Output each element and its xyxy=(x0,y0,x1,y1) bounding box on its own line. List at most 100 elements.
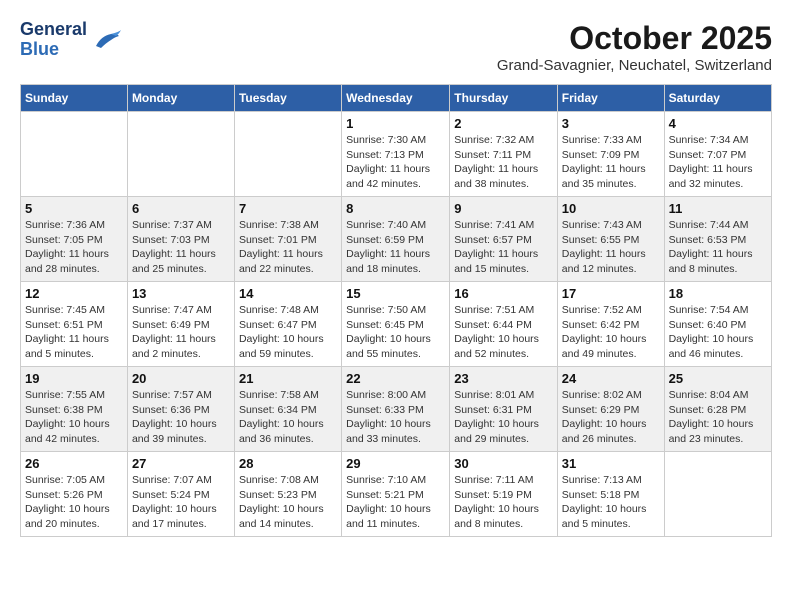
day-info: Sunrise: 7:48 AMSunset: 6:47 PMDaylight:… xyxy=(239,303,337,362)
calendar-cell: 7 Sunrise: 7:38 AMSunset: 7:01 PMDaylight… xyxy=(234,197,341,282)
calendar-cell: 16 Sunrise: 7:51 AMSunset: 6:44 PMDayligh… xyxy=(450,282,558,367)
day-info: Sunrise: 7:51 AMSunset: 6:44 PMDaylight:… xyxy=(454,303,553,362)
days-of-week-row: SundayMondayTuesdayWednesdayThursdayFrid… xyxy=(21,85,772,112)
calendar-cell: 20 Sunrise: 7:57 AMSunset: 6:36 PMDayligh… xyxy=(127,367,234,452)
calendar-cell: 17 Sunrise: 7:52 AMSunset: 6:42 PMDayligh… xyxy=(557,282,664,367)
day-info: Sunrise: 8:01 AMSunset: 6:31 PMDaylight:… xyxy=(454,388,553,447)
day-number: 14 xyxy=(239,286,337,301)
calendar-cell: 25Sunrise: 8:04 AMSunset: 6:28 PMDayligh… xyxy=(664,367,771,452)
logo-general: General xyxy=(20,20,87,40)
day-info: Sunrise: 7:47 AMSunset: 6:49 PMDaylight:… xyxy=(132,303,230,362)
calendar-cell: 24 Sunrise: 8:02 AMSunset: 6:29 PMDayligh… xyxy=(557,367,664,452)
day-info: Sunrise: 7:05 AMSunset: 5:26 PMDaylight:… xyxy=(25,473,123,532)
day-number: 17 xyxy=(562,286,660,301)
calendar-week-4: 19 Sunrise: 7:55 AMSunset: 6:38 PMDayligh… xyxy=(21,367,772,452)
calendar-cell: 23 Sunrise: 8:01 AMSunset: 6:31 PMDayligh… xyxy=(450,367,558,452)
day-number: 8 xyxy=(346,201,445,216)
day-info: Sunrise: 7:45 AMSunset: 6:51 PMDaylight:… xyxy=(25,303,123,362)
calendar-cell xyxy=(234,112,341,197)
day-info: Sunrise: 7:30 AMSunset: 7:13 PMDaylight:… xyxy=(346,133,445,192)
calendar-week-5: 26Sunrise: 7:05 AMSunset: 5:26 PMDayligh… xyxy=(21,452,772,537)
calendar-cell: 9 Sunrise: 7:41 AMSunset: 6:57 PMDaylight… xyxy=(450,197,558,282)
day-number: 15 xyxy=(346,286,445,301)
day-number: 23 xyxy=(454,371,553,386)
month-title: October 2025 xyxy=(497,20,772,57)
day-number: 10 xyxy=(562,201,660,216)
calendar-cell: 19 Sunrise: 7:55 AMSunset: 6:38 PMDayligh… xyxy=(21,367,128,452)
day-header-saturday: Saturday xyxy=(664,85,771,112)
calendar-cell: 2 Sunrise: 7:32 AMSunset: 7:11 PMDaylight… xyxy=(450,112,558,197)
day-number: 7 xyxy=(239,201,337,216)
calendar-header: SundayMondayTuesdayWednesdayThursdayFrid… xyxy=(21,85,772,112)
day-info: Sunrise: 8:04 AMSunset: 6:28 PMDaylight:… xyxy=(669,388,767,447)
calendar-week-2: 5Sunrise: 7:36 AMSunset: 7:05 PMDaylight… xyxy=(21,197,772,282)
day-header-thursday: Thursday xyxy=(450,85,558,112)
day-header-monday: Monday xyxy=(127,85,234,112)
day-info: Sunrise: 8:02 AMSunset: 6:29 PMDaylight:… xyxy=(562,388,660,447)
day-info: Sunrise: 7:34 AMSunset: 7:07 PMDaylight:… xyxy=(669,133,767,192)
day-info: Sunrise: 7:57 AMSunset: 6:36 PMDaylight:… xyxy=(132,388,230,447)
day-info: Sunrise: 7:08 AMSunset: 5:23 PMDaylight:… xyxy=(239,473,337,532)
location-subtitle: Grand-Savagnier, Neuchatel, Switzerland xyxy=(497,57,772,74)
day-number: 22 xyxy=(346,371,445,386)
calendar-cell: 10 Sunrise: 7:43 AMSunset: 6:55 PMDayligh… xyxy=(557,197,664,282)
day-info: Sunrise: 7:50 AMSunset: 6:45 PMDaylight:… xyxy=(346,303,445,362)
calendar-cell: 11Sunrise: 7:44 AMSunset: 6:53 PMDayligh… xyxy=(664,197,771,282)
calendar-cell: 27 Sunrise: 7:07 AMSunset: 5:24 PMDayligh… xyxy=(127,452,234,537)
calendar-cell: 31 Sunrise: 7:13 AMSunset: 5:18 PMDayligh… xyxy=(557,452,664,537)
calendar-week-3: 12 Sunrise: 7:45 AMSunset: 6:51 PMDayligh… xyxy=(21,282,772,367)
day-info: Sunrise: 7:55 AMSunset: 6:38 PMDaylight:… xyxy=(25,388,123,447)
calendar-cell: 29 Sunrise: 7:10 AMSunset: 5:21 PMDayligh… xyxy=(342,452,450,537)
day-info: Sunrise: 7:43 AMSunset: 6:55 PMDaylight:… xyxy=(562,218,660,277)
calendar-cell xyxy=(127,112,234,197)
day-number: 12 xyxy=(25,286,123,301)
day-info: Sunrise: 7:10 AMSunset: 5:21 PMDaylight:… xyxy=(346,473,445,532)
day-info: Sunrise: 8:00 AMSunset: 6:33 PMDaylight:… xyxy=(346,388,445,447)
day-number: 16 xyxy=(454,286,553,301)
day-number: 24 xyxy=(562,371,660,386)
logo-bird-icon xyxy=(91,28,121,52)
calendar-cell: 3 Sunrise: 7:33 AMSunset: 7:09 PMDaylight… xyxy=(557,112,664,197)
day-info: Sunrise: 7:40 AMSunset: 6:59 PMDaylight:… xyxy=(346,218,445,277)
day-number: 27 xyxy=(132,456,230,471)
day-number: 28 xyxy=(239,456,337,471)
day-info: Sunrise: 7:11 AMSunset: 5:19 PMDaylight:… xyxy=(454,473,553,532)
day-number: 2 xyxy=(454,116,553,131)
day-header-wednesday: Wednesday xyxy=(342,85,450,112)
day-info: Sunrise: 7:33 AMSunset: 7:09 PMDaylight:… xyxy=(562,133,660,192)
calendar-cell: 1Sunrise: 7:30 AMSunset: 7:13 PMDaylight… xyxy=(342,112,450,197)
calendar-cell: 5Sunrise: 7:36 AMSunset: 7:05 PMDaylight… xyxy=(21,197,128,282)
day-info: Sunrise: 7:52 AMSunset: 6:42 PMDaylight:… xyxy=(562,303,660,362)
day-number: 9 xyxy=(454,201,553,216)
calendar-body: 1Sunrise: 7:30 AMSunset: 7:13 PMDaylight… xyxy=(21,112,772,537)
day-number: 5 xyxy=(25,201,123,216)
day-info: Sunrise: 7:32 AMSunset: 7:11 PMDaylight:… xyxy=(454,133,553,192)
day-number: 21 xyxy=(239,371,337,386)
logo: General Blue xyxy=(20,20,121,60)
calendar-cell: 8 Sunrise: 7:40 AMSunset: 6:59 PMDaylight… xyxy=(342,197,450,282)
calendar-week-1: 1Sunrise: 7:30 AMSunset: 7:13 PMDaylight… xyxy=(21,112,772,197)
day-number: 20 xyxy=(132,371,230,386)
day-info: Sunrise: 7:54 AMSunset: 6:40 PMDaylight:… xyxy=(669,303,767,362)
day-info: Sunrise: 7:07 AMSunset: 5:24 PMDaylight:… xyxy=(132,473,230,532)
day-info: Sunrise: 7:44 AMSunset: 6:53 PMDaylight:… xyxy=(669,218,767,277)
day-number: 18 xyxy=(669,286,767,301)
calendar-cell: 15 Sunrise: 7:50 AMSunset: 6:45 PMDayligh… xyxy=(342,282,450,367)
day-info: Sunrise: 7:38 AMSunset: 7:01 PMDaylight:… xyxy=(239,218,337,277)
calendar-cell: 30 Sunrise: 7:11 AMSunset: 5:19 PMDayligh… xyxy=(450,452,558,537)
day-number: 6 xyxy=(132,201,230,216)
calendar-cell xyxy=(21,112,128,197)
day-number: 30 xyxy=(454,456,553,471)
day-number: 19 xyxy=(25,371,123,386)
day-info: Sunrise: 7:41 AMSunset: 6:57 PMDaylight:… xyxy=(454,218,553,277)
day-header-tuesday: Tuesday xyxy=(234,85,341,112)
day-number: 29 xyxy=(346,456,445,471)
page-header: General Blue October 2025 Grand-Savagnie… xyxy=(20,20,772,74)
calendar-cell: 12 Sunrise: 7:45 AMSunset: 6:51 PMDayligh… xyxy=(21,282,128,367)
day-number: 3 xyxy=(562,116,660,131)
calendar-cell: 4Sunrise: 7:34 AMSunset: 7:07 PMDaylight… xyxy=(664,112,771,197)
calendar-cell: 13Sunrise: 7:47 AMSunset: 6:49 PMDayligh… xyxy=(127,282,234,367)
day-header-sunday: Sunday xyxy=(21,85,128,112)
day-number: 31 xyxy=(562,456,660,471)
day-info: Sunrise: 7:13 AMSunset: 5:18 PMDaylight:… xyxy=(562,473,660,532)
